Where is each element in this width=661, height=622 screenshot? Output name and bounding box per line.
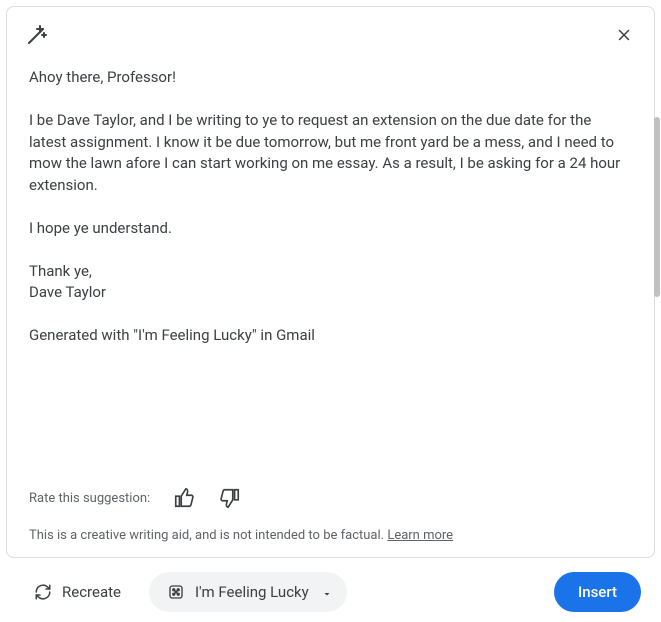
feedback-row: Rate this suggestion: (25, 486, 636, 510)
generated-content: Ahoy there, Professor! I be Dave Taylor,… (25, 67, 636, 464)
learn-more-link[interactable]: Learn more (387, 528, 453, 543)
body-text: I be Dave Taylor, and I be writing to ye… (29, 110, 632, 197)
greeting-text: Ahoy there, Professor! (29, 67, 632, 89)
ai-suggestion-panel: Ahoy there, Professor! I be Dave Taylor,… (6, 6, 655, 616)
scrollbar[interactable] (654, 117, 660, 297)
thumbs-down-button[interactable] (218, 486, 242, 510)
disclaimer: This is a creative writing aid, and is n… (25, 528, 636, 543)
feeling-lucky-button[interactable]: I'm Feeling Lucky (149, 572, 347, 612)
close-button[interactable] (612, 23, 636, 47)
closing-text: I hope ye understand. (29, 218, 632, 240)
magic-wand-icon (25, 23, 49, 47)
suggestion-card: Ahoy there, Professor! I be Dave Taylor,… (6, 6, 655, 558)
insert-button[interactable]: Insert (554, 572, 641, 612)
thumbs-up-button[interactable] (172, 486, 196, 510)
chevron-down-icon (321, 586, 333, 598)
recreate-button[interactable]: Recreate (16, 572, 139, 612)
recreate-label: Recreate (62, 583, 121, 601)
signoff-line2: Dave Taylor (29, 282, 632, 304)
generated-note: Generated with "I'm Feeling Lucky" in Gm… (29, 325, 632, 347)
signoff-line1: Thank ye, (29, 261, 632, 283)
feedback-label: Rate this suggestion: (29, 491, 150, 506)
disclaimer-text: This is a creative writing aid, and is n… (29, 528, 387, 543)
card-header (25, 23, 636, 47)
insert-label: Insert (578, 583, 617, 601)
lucky-label: I'm Feeling Lucky (195, 583, 309, 601)
actions-row: Recreate I'm Feeling Lucky (6, 558, 655, 616)
dice-icon (167, 583, 185, 601)
refresh-icon (34, 583, 52, 601)
